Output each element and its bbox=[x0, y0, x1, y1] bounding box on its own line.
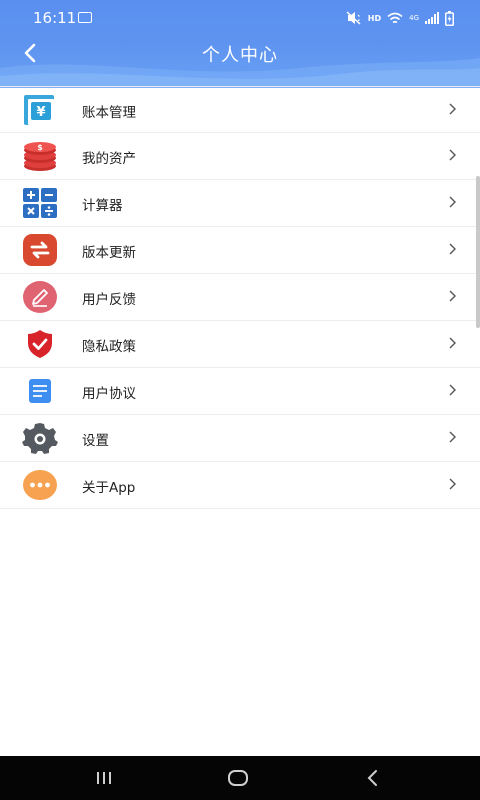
shield-check-icon bbox=[28, 330, 52, 358]
svg-text:¥: ¥ bbox=[36, 105, 45, 120]
pencil-icon bbox=[23, 281, 57, 313]
menu-item-feedback[interactable]: 用户反馈 bbox=[0, 274, 480, 321]
refresh-icon bbox=[23, 234, 57, 266]
menu-item-label: 版本更新 bbox=[82, 245, 136, 261]
chevron-right-icon bbox=[449, 290, 456, 302]
menu-item-label: 关于App bbox=[82, 480, 136, 496]
status-icons: HD 4G bbox=[346, 10, 454, 26]
recent-apps-icon[interactable] bbox=[89, 766, 119, 790]
menu-item-update[interactable]: 版本更新 bbox=[0, 227, 480, 274]
screen: 16:11 HD 4G 个人中心 ¥ 账本管理 $ 我的资产 计算器 版本更新 … bbox=[0, 0, 480, 800]
status-time: 16:11 bbox=[33, 9, 77, 27]
scrollbar[interactable] bbox=[476, 176, 480, 328]
page-title: 个人中心 bbox=[202, 45, 278, 66]
chevron-right-icon bbox=[449, 243, 456, 255]
network-type: 4G bbox=[409, 13, 419, 22]
home-icon[interactable] bbox=[223, 766, 253, 790]
calculator-icon bbox=[23, 188, 57, 218]
gear-icon bbox=[22, 423, 58, 454]
wifi-icon bbox=[387, 12, 403, 23]
menu-item-label: 用户反馈 bbox=[82, 292, 136, 308]
menu-item-label: 隐私政策 bbox=[82, 339, 136, 355]
menu-item-privacy[interactable]: 隐私政策 bbox=[0, 321, 480, 368]
menu-list: ¥ 账本管理 $ 我的资产 计算器 版本更新 用户反馈 隐私政策 用户协议 设置… bbox=[0, 86, 480, 509]
mute-vibrate-icon bbox=[346, 11, 361, 25]
chevron-right-icon bbox=[449, 196, 456, 208]
chevron-right-icon bbox=[449, 384, 456, 396]
menu-item-about[interactable]: 关于App bbox=[0, 462, 480, 509]
gallery-notification-icon bbox=[78, 12, 92, 23]
more-dots-icon bbox=[23, 470, 57, 500]
menu-item-label: 计算器 bbox=[82, 198, 123, 214]
chevron-right-icon bbox=[449, 478, 456, 490]
menu-item-label: 设置 bbox=[82, 433, 109, 449]
menu-item-label: 我的资产 bbox=[82, 151, 136, 167]
system-nav-bar bbox=[0, 756, 480, 800]
menu-item-settings[interactable]: 设置 bbox=[0, 415, 480, 462]
chevron-right-icon bbox=[449, 337, 456, 349]
coins-icon: $ bbox=[24, 142, 56, 171]
menu-item-label: 用户协议 bbox=[82, 386, 136, 402]
signal-icon bbox=[425, 12, 439, 24]
menu-item-label: 账本管理 bbox=[82, 105, 136, 121]
status-bar: 16:11 HD 4G bbox=[0, 0, 480, 36]
header: 16:11 HD 4G 个人中心 bbox=[0, 0, 480, 88]
battery-charging-icon bbox=[445, 10, 454, 26]
chevron-right-icon bbox=[449, 149, 456, 161]
chevron-right-icon bbox=[449, 431, 456, 443]
document-icon bbox=[29, 379, 51, 403]
svg-text:$: $ bbox=[37, 143, 43, 152]
menu-item-assets[interactable]: $ 我的资产 bbox=[0, 133, 480, 180]
ledger-icon: ¥ bbox=[24, 95, 54, 125]
menu-item-calculator[interactable]: 计算器 bbox=[0, 180, 480, 227]
menu-item-agreement[interactable]: 用户协议 bbox=[0, 368, 480, 415]
hd-indicator: HD bbox=[367, 13, 382, 23]
chevron-right-icon bbox=[449, 103, 456, 115]
back-icon[interactable] bbox=[358, 766, 388, 790]
menu-item-ledger[interactable]: ¥ 账本管理 bbox=[0, 86, 480, 133]
